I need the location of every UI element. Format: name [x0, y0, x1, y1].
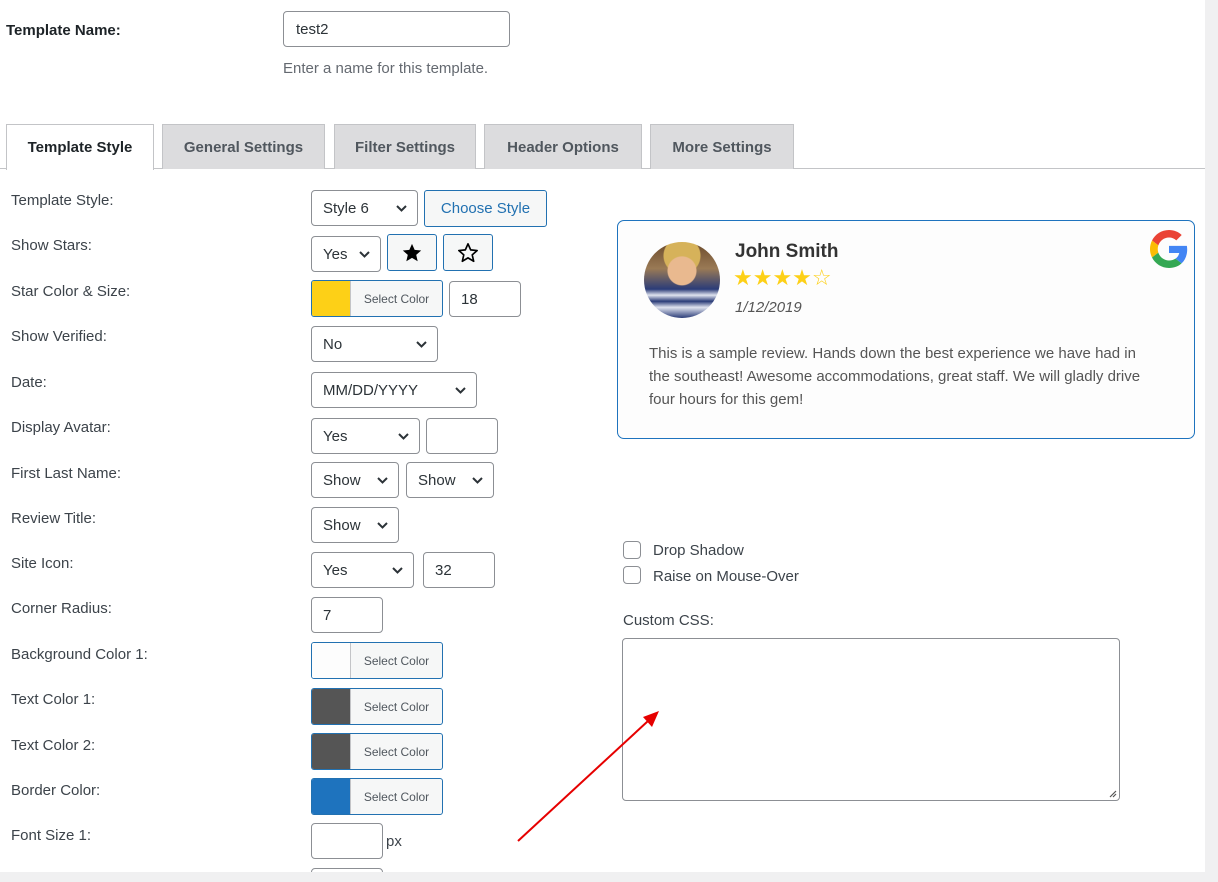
- background-color-1-button[interactable]: Select Color: [311, 642, 443, 679]
- filled-star-button[interactable]: [387, 234, 437, 271]
- last-name-select[interactable]: Show: [406, 462, 494, 498]
- chevron-down-icon: [416, 341, 427, 348]
- avatar-extra-input[interactable]: [426, 418, 498, 454]
- text-color-2-button[interactable]: Select Color: [311, 733, 443, 770]
- template-editor-panel: Template Name: test2 Enter a name for th…: [0, 0, 1205, 872]
- chevron-down-icon: [398, 433, 409, 440]
- border-color-button[interactable]: Select Color: [311, 778, 443, 815]
- avatar: [644, 242, 720, 318]
- resize-handle-icon[interactable]: [1107, 788, 1117, 798]
- first-name-select[interactable]: Show: [311, 462, 399, 498]
- label-border-color: Border Color:: [11, 782, 101, 799]
- tab-more-settings[interactable]: More Settings: [650, 124, 794, 169]
- chevron-down-icon: [472, 477, 483, 484]
- review-title-select[interactable]: Show: [311, 507, 399, 543]
- text-color-1-button[interactable]: Select Color: [311, 688, 443, 725]
- choose-style-button[interactable]: Choose Style: [424, 190, 547, 227]
- drop-shadow-label: Drop Shadow: [653, 542, 744, 559]
- color-swatch: [312, 281, 351, 316]
- site-icon-size-input[interactable]: 32: [423, 552, 495, 588]
- label-show-stars: Show Stars:: [11, 237, 92, 254]
- chevron-down-icon: [455, 387, 466, 394]
- template-style-select[interactable]: Style 6: [311, 190, 418, 226]
- color-swatch: [312, 643, 351, 678]
- review-text: This is a sample review. Hands down the …: [649, 345, 1141, 408]
- template-name-help: Enter a name for this template.: [283, 60, 489, 77]
- reviewer-name: John Smith: [735, 241, 839, 262]
- star-size-input[interactable]: 18: [449, 281, 521, 317]
- chevron-down-icon: [359, 251, 370, 258]
- template-name-label: Template Name:: [6, 22, 121, 39]
- label-review-title: Review Title:: [11, 510, 97, 527]
- tab-general-settings[interactable]: General Settings: [162, 124, 325, 169]
- label-template-style: Template Style:: [11, 192, 114, 209]
- custom-css-textarea[interactable]: [622, 638, 1120, 801]
- star-color-button[interactable]: Select Color: [311, 280, 443, 317]
- google-icon: [1150, 230, 1188, 268]
- label-site-icon: Site Icon:: [11, 555, 74, 572]
- tab-header-options[interactable]: Header Options: [484, 124, 642, 169]
- raise-on-hover-checkbox[interactable]: [623, 566, 641, 584]
- corner-radius-input[interactable]: 7: [311, 597, 383, 633]
- outline-star-button[interactable]: [443, 234, 493, 271]
- display-avatar-select[interactable]: Yes: [311, 418, 420, 454]
- color-swatch: [312, 689, 351, 724]
- label-text-color-2: Text Color 2:: [11, 737, 96, 754]
- template-name-value: test2: [296, 20, 329, 38]
- custom-css-label: Custom CSS:: [623, 612, 714, 629]
- show-stars-select[interactable]: Yes: [311, 236, 381, 272]
- review-preview-card: John Smith ★★★★☆ 1/12/2019 This is a sam…: [617, 220, 1195, 439]
- tab-template-style[interactable]: Template Style: [6, 124, 154, 170]
- review-date: 1/12/2019: [735, 299, 802, 316]
- chevron-down-icon: [377, 522, 388, 529]
- raise-on-hover-label: Raise on Mouse-Over: [653, 568, 799, 585]
- label-font-size-1: Font Size 1:: [11, 827, 92, 844]
- font-size-unit: px: [386, 833, 402, 850]
- color-swatch: [312, 779, 351, 814]
- font-size-1-input[interactable]: [311, 823, 383, 859]
- label-date: Date:: [11, 374, 47, 391]
- date-format-select[interactable]: MM/DD/YYYY: [311, 372, 477, 408]
- star-outline-icon: [458, 242, 478, 262]
- show-verified-select[interactable]: No: [311, 326, 438, 362]
- label-background-color-1: Background Color 1:: [11, 646, 148, 663]
- tab-filter-settings[interactable]: Filter Settings: [334, 124, 476, 169]
- chevron-down-icon: [377, 477, 388, 484]
- label-display-avatar: Display Avatar:: [11, 419, 111, 436]
- label-show-verified: Show Verified:: [11, 328, 107, 345]
- chevron-down-icon: [396, 205, 407, 212]
- color-swatch: [312, 734, 351, 769]
- label-star-color-size: Star Color & Size:: [11, 283, 131, 300]
- chevron-down-icon: [392, 567, 403, 574]
- label-text-color-1: Text Color 1:: [11, 691, 96, 708]
- star-filled-icon: [402, 243, 422, 261]
- label-first-last-name: First Last Name:: [11, 465, 122, 482]
- template-name-input[interactable]: test2: [283, 11, 510, 47]
- rating-stars: ★★★★☆: [733, 265, 832, 290]
- drop-shadow-checkbox[interactable]: [623, 541, 641, 559]
- next-row-input[interactable]: [311, 868, 383, 872]
- label-corner-radius: Corner Radius:: [11, 600, 112, 617]
- site-icon-select[interactable]: Yes: [311, 552, 414, 588]
